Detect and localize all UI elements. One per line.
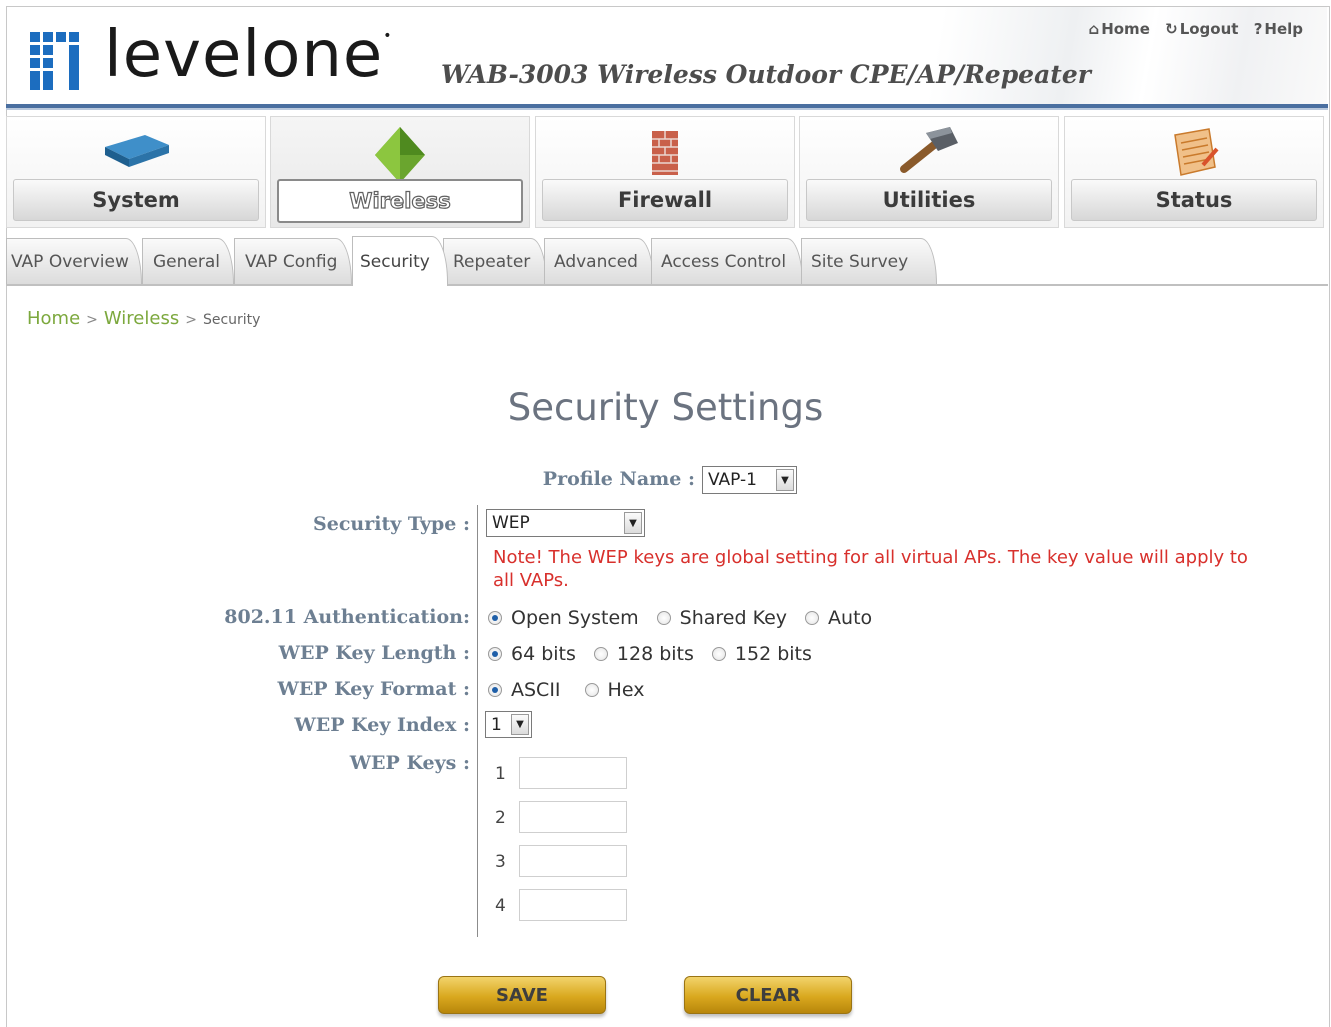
question-icon: ? [1253, 20, 1263, 38]
auth-label: 802.11 Authentication: [224, 606, 470, 628]
menu-item-status[interactable]: Status [1064, 116, 1324, 228]
breadcrumb-home[interactable]: Home [27, 308, 80, 329]
power-icon: ↻ [1165, 20, 1178, 38]
key-format-label: WEP Key Format : [277, 678, 470, 700]
breadcrumb-current: Security [202, 312, 261, 328]
tab-vap-overview[interactable]: VAP Overview [6, 238, 142, 284]
router-icon [101, 125, 171, 175]
key-length-options: 64 bits 128 bits 152 bits [488, 643, 830, 665]
wep-key-2-index: 2 [495, 808, 506, 828]
key-length-64-radio[interactable] [488, 647, 502, 661]
content-top-border [6, 284, 1328, 286]
main-menu: System Wireless Firewall Utilities Statu… [6, 116, 1328, 228]
chevron-down-icon: ▼ [511, 714, 529, 735]
header-divider-light [6, 108, 1328, 110]
security-type-select[interactable]: WEP ▼ [486, 509, 645, 537]
wep-key-2-input[interactable] [519, 801, 627, 833]
tab-general[interactable]: General [142, 238, 234, 284]
home-link[interactable]: ⌂ Home [1088, 20, 1149, 38]
auth-shared-radio[interactable] [656, 611, 671, 625]
wep-key-1-index: 1 [495, 764, 506, 784]
key-format-hex-radio[interactable] [584, 683, 599, 697]
breadcrumb-wireless[interactable]: Wireless [104, 308, 179, 329]
menu-label-firewall: Firewall [542, 179, 788, 221]
wep-key-1-input[interactable] [519, 757, 627, 789]
wep-key-3-input[interactable] [519, 845, 627, 877]
clear-button[interactable]: CLEAR [684, 976, 852, 1014]
wep-key-4-index: 4 [495, 896, 506, 916]
profile-name-label: Profile Name : [542, 468, 695, 490]
home-icon: ⌂ [1088, 20, 1100, 38]
logout-link[interactable]: ↻ Logout [1165, 20, 1238, 38]
tab-security[interactable]: Security [352, 236, 448, 286]
help-link[interactable]: ? Help [1254, 20, 1303, 38]
profile-name-select[interactable]: VAP-1 ▼ [702, 466, 797, 494]
tab-site-survey[interactable]: Site Survey [801, 238, 937, 284]
wep-key-4-input[interactable] [519, 889, 627, 921]
levelone-logo-icon [28, 32, 88, 90]
menu-item-system[interactable]: System [6, 116, 266, 228]
menu-item-utilities[interactable]: Utilities [799, 116, 1059, 228]
auth-open-radio[interactable] [488, 611, 502, 625]
wep-note: Note! The WEP keys are global setting fo… [493, 547, 1248, 591]
key-index-label: WEP Key Index : [294, 714, 470, 736]
auth-auto-radio[interactable] [805, 611, 820, 625]
menu-item-wireless[interactable]: Wireless [270, 116, 530, 228]
tab-repeater[interactable]: Repeater [443, 238, 547, 284]
sub-tabs: VAP Overview General VAP Config Security… [6, 236, 1006, 286]
key-length-label: WEP Key Length : [278, 642, 470, 664]
chevron-down-icon: ▼ [776, 469, 794, 491]
chevron-down-icon: ▼ [624, 512, 642, 534]
menu-label-utilities: Utilities [806, 179, 1052, 221]
menu-label-wireless: Wireless [277, 179, 523, 223]
security-type-label: Security Type : [313, 513, 470, 535]
key-length-152-radio[interactable] [711, 647, 726, 661]
tab-vap-config[interactable]: VAP Config [234, 238, 352, 284]
wep-keys-label: WEP Keys : [349, 752, 470, 774]
auth-options: Open System Shared Key Auto [488, 607, 890, 629]
page-title: Security Settings [507, 386, 824, 429]
save-button[interactable]: SAVE [438, 976, 606, 1014]
key-format-options: ASCII Hex [488, 679, 662, 701]
key-length-128-radio[interactable] [593, 647, 608, 661]
tab-advanced[interactable]: Advanced [544, 238, 654, 284]
menu-item-firewall[interactable]: Firewall [535, 116, 795, 228]
product-title: WAB-3003 Wireless Outdoor CPE/AP/Repeate… [441, 60, 1091, 89]
key-index-select[interactable]: 1 ▼ [485, 711, 532, 738]
breadcrumb: Home > Wireless > Security [27, 308, 261, 329]
top-links: ⌂ Home ↻ Logout ? Help [1078, 20, 1303, 38]
wireless-icon [365, 125, 435, 183]
menu-label-status: Status [1071, 179, 1317, 221]
notepad-icon [1159, 125, 1229, 176]
wep-key-3-index: 3 [495, 852, 506, 872]
key-format-ascii-radio[interactable] [488, 683, 502, 697]
hammer-icon [894, 125, 964, 175]
logo-text: levelone• [104, 18, 393, 92]
tab-access-control[interactable]: Access Control [651, 238, 803, 284]
form-divider [477, 505, 478, 937]
menu-label-system: System [13, 179, 259, 221]
firewall-icon [630, 125, 700, 175]
